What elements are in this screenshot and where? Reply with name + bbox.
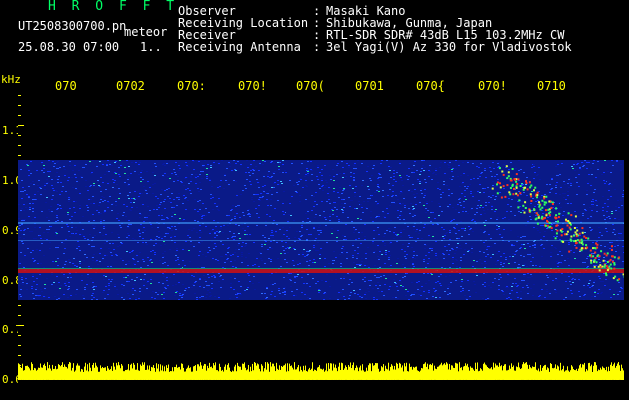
carrier-echo-line (18, 269, 624, 273)
time-tick: 070: (177, 79, 206, 93)
time-tick: 070{ (416, 79, 445, 93)
meteor-label: meteor (124, 25, 168, 39)
time-tick: 070! (238, 79, 267, 93)
power-bar-strip (18, 380, 624, 400)
time-tick: 0701 (355, 79, 384, 93)
spectrogram-canvas (18, 95, 624, 380)
meteor-count: 1.. (140, 40, 162, 54)
app-title: H R O F F T (48, 0, 179, 14)
echo-trace (18, 240, 624, 241)
antenna-label: Receiving Antenna (178, 40, 301, 54)
time-tick: 0710 (537, 79, 566, 93)
time-tick: 070( (296, 79, 325, 93)
time-tick: 0702 (116, 79, 145, 93)
echo-trace (18, 222, 624, 224)
file-name: UT2508300700.pn (18, 19, 127, 33)
header: H R O F F T UT2508300700.pn meteor 25.08… (0, 0, 629, 70)
time-axis: 070 0702 070: 070! 070( 0701 070{ 070! 0… (0, 79, 629, 93)
date-time: 25.08.30 07:00 (18, 40, 120, 54)
antenna-value: 3el Yagi(V) Az 330 for Vladivostok (326, 40, 572, 54)
spectrogram (18, 95, 624, 380)
time-tick: 070 (55, 79, 77, 93)
carrier-echo-glow (18, 268, 624, 269)
antenna-sep: : (313, 40, 321, 54)
time-tick: 070! (478, 79, 507, 93)
